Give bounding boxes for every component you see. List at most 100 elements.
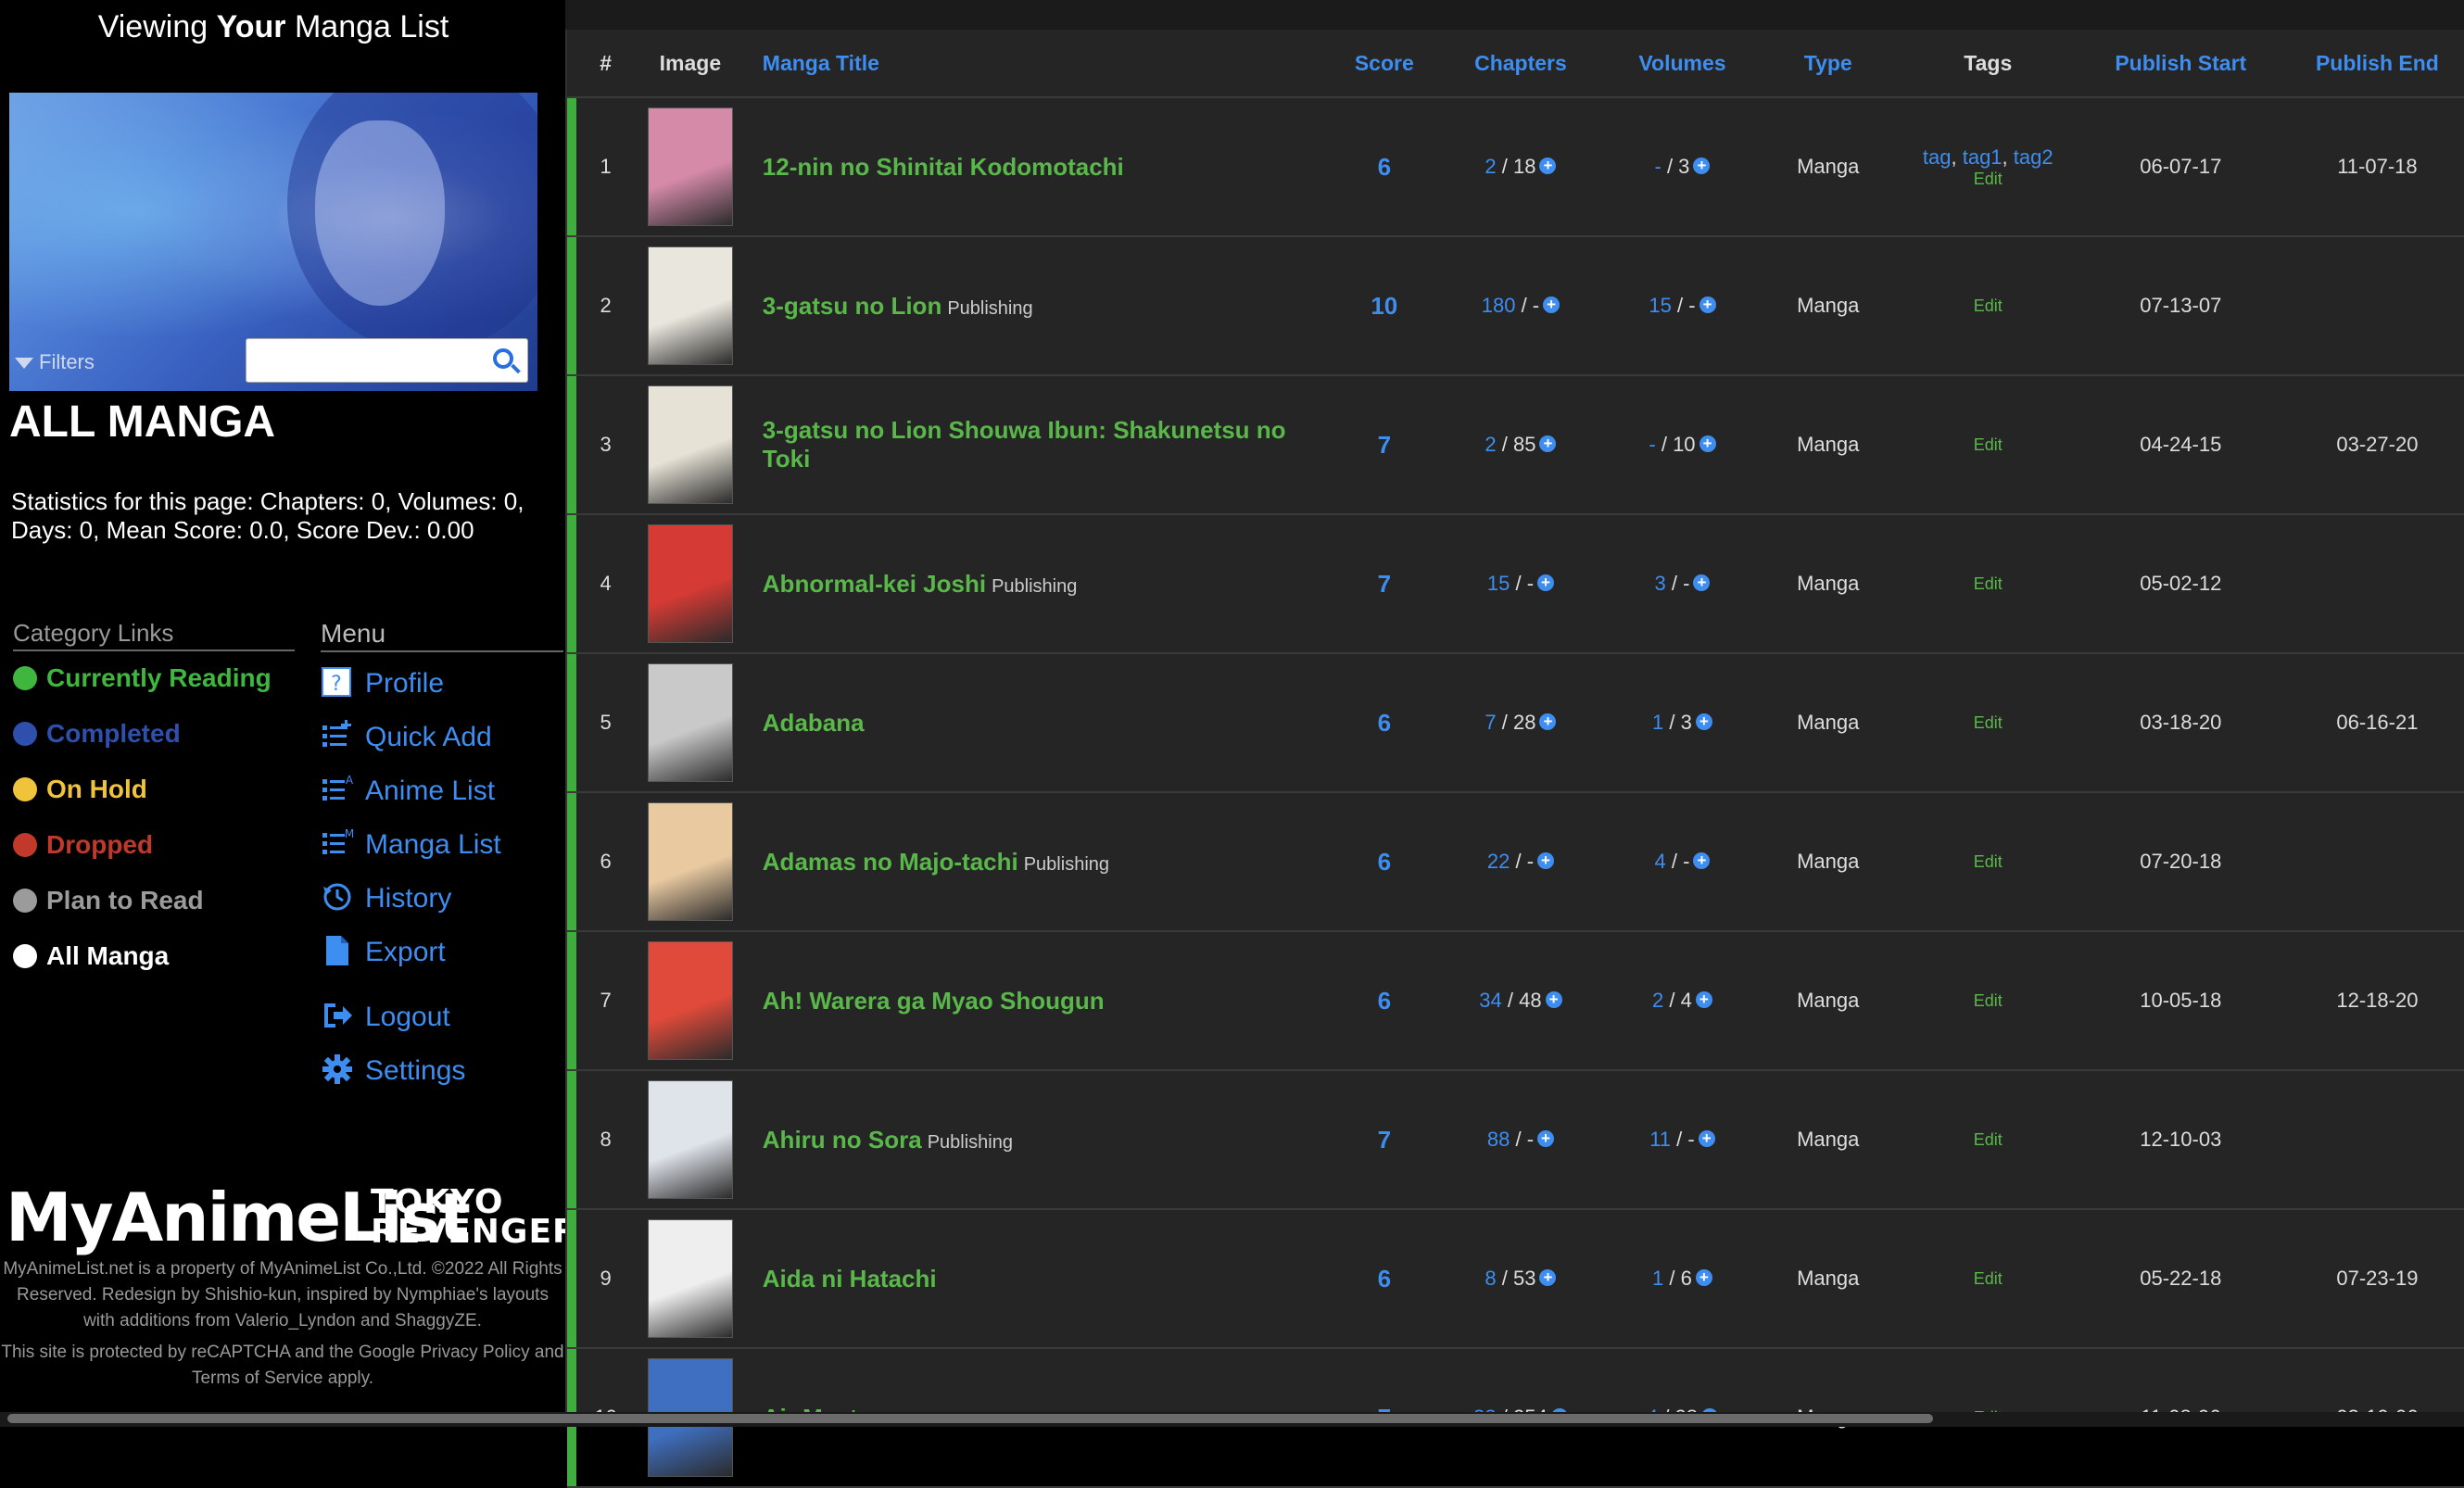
- score-value[interactable]: 6: [1378, 1265, 1391, 1293]
- category-link-currently-reading[interactable]: Currently Reading: [13, 660, 272, 697]
- increment-volume-icon[interactable]: +: [1693, 158, 1711, 175]
- edit-tags-link[interactable]: Edit: [1894, 296, 2082, 316]
- manga-title-link[interactable]: Adabana: [763, 709, 865, 737]
- volumes-read[interactable]: -: [1655, 155, 1662, 178]
- chapters-read[interactable]: 15: [1487, 572, 1510, 595]
- chapters-read[interactable]: 180: [1482, 294, 1516, 317]
- increment-chapter-icon[interactable]: +: [1539, 713, 1557, 731]
- increment-chapter-icon[interactable]: +: [1539, 435, 1557, 453]
- manga-title-link[interactable]: Abnormal-kei Joshi: [763, 570, 986, 598]
- score-value[interactable]: 7: [1378, 570, 1391, 598]
- header-volumes[interactable]: Volumes: [1601, 30, 1763, 98]
- cover-image[interactable]: [647, 107, 733, 226]
- chapters-read[interactable]: 7: [1485, 711, 1496, 734]
- edit-tags-link[interactable]: Edit: [1894, 852, 2082, 872]
- increment-chapter-icon[interactable]: +: [1537, 1130, 1555, 1148]
- volumes-read[interactable]: 1: [1652, 711, 1663, 734]
- search-icon[interactable]: [493, 348, 513, 369]
- edit-tags-link[interactable]: Edit: [1894, 1130, 2082, 1150]
- score-value[interactable]: 7: [1378, 1126, 1391, 1154]
- increment-volume-icon[interactable]: +: [1699, 435, 1716, 453]
- increment-chapter-icon[interactable]: +: [1539, 158, 1557, 175]
- increment-volume-icon[interactable]: +: [1695, 991, 1712, 1009]
- cover-image[interactable]: [647, 941, 733, 1060]
- manga-title-link[interactable]: 3-gatsu no Lion: [763, 292, 942, 320]
- volumes-read[interactable]: 11: [1649, 1128, 1671, 1151]
- increment-volume-icon[interactable]: +: [1698, 1130, 1715, 1148]
- score-value[interactable]: 7: [1378, 431, 1391, 459]
- header-type[interactable]: Type: [1763, 30, 1893, 98]
- volumes-read[interactable]: 15: [1649, 294, 1671, 317]
- cover-image[interactable]: [647, 663, 733, 782]
- header-publish-start[interactable]: Publish Start: [2082, 30, 2279, 98]
- volumes-read[interactable]: 1: [1652, 1267, 1663, 1290]
- tag-link[interactable]: tag: [1923, 145, 1952, 169]
- menu-item-manga-list[interactable]: M Manga List: [321, 826, 501, 864]
- increment-chapter-icon[interactable]: +: [1539, 1269, 1557, 1287]
- volumes-read[interactable]: -: [1649, 433, 1655, 456]
- menu-item-anime-list[interactable]: A Anime List: [321, 773, 495, 810]
- menu-item-history[interactable]: History: [321, 880, 451, 917]
- score-value[interactable]: 6: [1378, 848, 1391, 876]
- increment-volume-icon[interactable]: +: [1693, 852, 1711, 870]
- volumes-read[interactable]: 3: [1655, 572, 1666, 595]
- menu-item-logout[interactable]: Logout: [321, 999, 450, 1036]
- increment-volume-icon[interactable]: +: [1699, 296, 1716, 314]
- manga-title-link[interactable]: Ah! Warera ga Myao Shougun: [763, 987, 1105, 1015]
- score-value[interactable]: 6: [1378, 153, 1391, 181]
- edit-tags-link[interactable]: Edit: [1894, 1269, 2082, 1289]
- volumes-read[interactable]: 4: [1655, 850, 1666, 873]
- increment-chapter-icon[interactable]: +: [1537, 574, 1555, 592]
- category-link-all-manga[interactable]: All Manga: [13, 938, 169, 975]
- increment-volume-icon[interactable]: +: [1695, 1269, 1712, 1287]
- edit-tags-link[interactable]: Edit: [1894, 435, 2082, 455]
- cover-image[interactable]: [647, 1080, 733, 1199]
- manga-title-link[interactable]: 3-gatsu no Lion Shouwa Ibun: Shakunetsu …: [763, 416, 1286, 473]
- increment-volume-icon[interactable]: +: [1695, 713, 1712, 731]
- header-number[interactable]: #: [576, 30, 636, 98]
- cover-image[interactable]: [647, 385, 733, 504]
- category-link-completed[interactable]: Completed: [13, 715, 181, 752]
- manga-title-link[interactable]: 12-nin no Shinitai Kodomotachi: [763, 153, 1124, 181]
- filters-toggle[interactable]: Filters: [15, 350, 95, 374]
- horizontal-scrollbar[interactable]: [0, 1412, 2464, 1427]
- menu-item-quick-add[interactable]: Quick Add: [321, 719, 492, 756]
- score-value[interactable]: 6: [1378, 709, 1391, 737]
- score-value[interactable]: 10: [1371, 292, 1397, 320]
- cover-image[interactable]: [647, 246, 733, 365]
- score-value[interactable]: 6: [1378, 987, 1391, 1015]
- menu-item-export[interactable]: Export: [321, 934, 446, 971]
- chapters-read[interactable]: 88: [1487, 1128, 1510, 1151]
- category-link-on-hold[interactable]: On Hold: [13, 771, 147, 808]
- manga-title-link[interactable]: Aida ni Hatachi: [763, 1265, 937, 1293]
- increment-chapter-icon[interactable]: +: [1545, 991, 1562, 1009]
- increment-chapter-icon[interactable]: +: [1543, 296, 1561, 314]
- chapters-read[interactable]: 2: [1485, 433, 1496, 456]
- edit-tags-link[interactable]: Edit: [1894, 713, 2082, 733]
- menu-item-profile[interactable]: ? Profile: [321, 665, 444, 702]
- cover-image[interactable]: [647, 524, 733, 643]
- manga-title-link[interactable]: Adamas no Majo-tachi: [763, 848, 1018, 876]
- header-score[interactable]: Score: [1328, 30, 1440, 98]
- increment-volume-icon[interactable]: +: [1693, 574, 1711, 592]
- scrollbar-thumb[interactable]: [7, 1414, 1933, 1423]
- header-manga-title[interactable]: Manga Title: [745, 30, 1329, 98]
- menu-item-settings[interactable]: Settings: [321, 1053, 465, 1090]
- cover-image[interactable]: [647, 1219, 733, 1338]
- cover-image[interactable]: [647, 802, 733, 921]
- edit-tags-link[interactable]: Edit: [1894, 574, 2082, 594]
- volumes-read[interactable]: 2: [1652, 989, 1663, 1012]
- chapters-read[interactable]: 8: [1485, 1267, 1496, 1290]
- tag-link[interactable]: tag2: [2014, 145, 2053, 169]
- header-publish-end[interactable]: Publish End: [2278, 30, 2464, 98]
- increment-chapter-icon[interactable]: +: [1537, 852, 1555, 870]
- edit-tags-link[interactable]: Edit: [1894, 170, 2082, 189]
- tag-link[interactable]: tag1: [1963, 145, 2003, 169]
- chapters-read[interactable]: 34: [1479, 989, 1501, 1012]
- search-input[interactable]: [246, 338, 528, 383]
- category-link-dropped[interactable]: Dropped: [13, 826, 153, 864]
- edit-tags-link[interactable]: Edit: [1894, 991, 2082, 1011]
- header-chapters[interactable]: Chapters: [1439, 30, 1602, 98]
- manga-title-link[interactable]: Ahiru no Sora: [763, 1126, 922, 1154]
- chapters-read[interactable]: 22: [1487, 850, 1510, 873]
